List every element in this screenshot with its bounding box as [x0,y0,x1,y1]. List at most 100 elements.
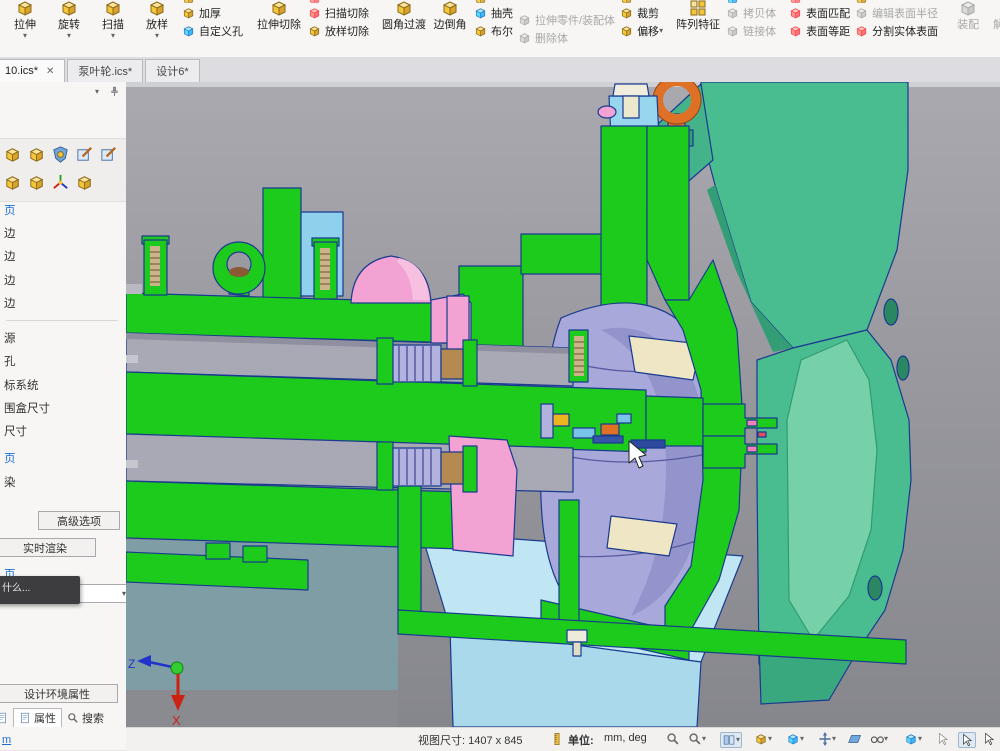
tree-item-light[interactable]: 源 [4,330,124,350]
tree-item-hole[interactable]: 孔 [4,353,124,373]
trim-button[interactable]: 裁剪 [619,5,663,21]
isometric-view-icon[interactable]: ▾ [904,732,922,746]
shell-button[interactable]: 抽壳 [473,5,513,21]
tree-item-edge[interactable]: 边 [4,225,124,245]
panel-dropdown-icon[interactable]: ▾ [95,88,99,96]
tool-icon[interactable] [3,145,22,164]
seal-ring-orange[interactable] [601,424,619,435]
thicken-button[interactable]: 加厚 [181,5,243,21]
tool-icon[interactable] [3,173,22,192]
shield-icon[interactable] [51,145,70,164]
split-surface-button[interactable]: 分割实体表面 [854,23,938,39]
search-tab[interactable]: 搜索 [62,709,109,727]
clipped-tool-button[interactable] [473,0,513,3]
unassemble-button[interactable]: 解除装配 [988,0,1000,32]
seal-ring-cyan[interactable] [617,414,631,423]
advanced-options-button[interactable]: 高级选项 [38,511,120,530]
sweep-cut-button[interactable]: 扫描切除 [307,5,369,21]
pan-icon[interactable]: ▾ [818,732,836,746]
tree-item-edge[interactable]: 边 [4,295,124,315]
clipped-tool-button[interactable] [307,0,369,3]
custom-hole-button[interactable]: 自定义孔 [181,23,243,39]
support-post[interactable] [398,478,421,612]
design-env-properties-button[interactable]: 设计环境属性 [0,684,118,703]
chamfer-button[interactable]: 边倒角 [429,0,471,32]
discharge-pipe[interactable] [701,82,908,348]
pattern-button[interactable]: 阵列特征 [673,0,723,32]
3d-viewport[interactable]: Z X [126,82,1000,727]
extrude-button[interactable]: 拉伸 ▾ [3,0,47,40]
shaft-step[interactable] [646,396,703,446]
properties-tab[interactable]: 属性 [13,708,62,727]
loft-button[interactable]: 放样 ▾ [135,0,179,40]
bearing-spacer[interactable] [441,452,463,484]
edit-surface-radius-button[interactable]: 编辑表面半径 [854,5,938,21]
select-tool-icon[interactable] [958,732,976,748]
clipped-tool-button[interactable] [619,0,663,3]
sweep-button[interactable]: 扫描 ▾ [91,0,135,40]
clipped-tool-button[interactable] [725,0,776,3]
bearing-cap-section[interactable] [377,338,393,384]
edit-icon[interactable] [75,145,94,164]
lower-bearing[interactable] [393,448,441,486]
tree-item-coordinate-system[interactable]: 标系统 [4,377,124,397]
tool-icon[interactable] [75,173,94,192]
close-icon[interactable]: ✕ [46,66,54,77]
bearing-cap-section[interactable] [463,340,477,386]
section-band[interactable] [521,234,605,274]
bearing-spacer[interactable] [441,349,463,379]
fillet-button[interactable]: 圆角过渡 [379,0,429,32]
perspective-icon[interactable]: ▾ [870,732,888,746]
boolean-button[interactable]: 布尔 [473,23,513,39]
delete-body-button[interactable]: 删除体 [517,30,615,46]
seal-ring-yellow[interactable] [553,414,569,426]
hex-bolt-head[interactable] [613,84,649,96]
clipped-tool-button[interactable] [181,0,243,3]
view-pages-icon[interactable]: ▾ [720,732,742,748]
bearing-cap-section[interactable] [377,442,393,490]
loft-cut-button[interactable]: 放样切除 [307,23,369,39]
tree-item-bounding-box[interactable]: 围盒尺寸 [4,400,124,420]
pick-tool-icon[interactable] [982,732,996,746]
realtime-render-button[interactable]: 实时渲染 [0,538,96,557]
zoom-in-icon[interactable] [666,732,680,746]
surface-match-button[interactable]: 表面匹配 [788,5,850,21]
pink-washer[interactable] [598,106,616,118]
bottom-link-fragment[interactable]: m [2,734,11,746]
foot-tab[interactable] [206,543,230,559]
tab-pump-impeller[interactable]: 泵叶轮.ics* [67,59,143,82]
seal-ring-cyan[interactable] [573,428,595,438]
clipped-tool-button[interactable] [788,0,850,3]
tree-item-selected[interactable]: 页 [4,202,124,222]
tree-item-edge[interactable]: 边 [4,272,124,292]
link-body-button[interactable]: 链接体 [725,23,776,39]
tab-10ics[interactable]: 10.ics* ✕ [0,59,65,82]
clipped-tool-button[interactable] [854,0,938,3]
tool-icon[interactable] [27,173,46,192]
tree-item-edge[interactable]: 边 [4,248,124,268]
shaded-view-icon[interactable]: ▾ [786,732,804,746]
upper-bearing[interactable] [393,345,441,382]
offset-button[interactable]: 偏移▾ [619,23,663,39]
hex-bolt-head[interactable] [567,630,587,642]
extrude-part-button[interactable]: 拉伸零件/装配体 [517,12,615,28]
bearing-cap-section[interactable] [463,446,477,492]
tool-icon[interactable] [27,145,46,164]
assemble-button[interactable]: 装配 [948,0,988,32]
tab-design6[interactable]: 设计6* [145,59,199,82]
plane-view-icon[interactable] [848,732,862,746]
foot-tab[interactable] [243,546,267,562]
zoom-options-icon[interactable]: ▾ [688,732,706,746]
shaft-sleeve[interactable] [541,404,553,438]
copy-body-button[interactable]: 拷贝体 [725,5,776,21]
shaft-key[interactable] [593,436,623,443]
tool-icon[interactable] [99,145,118,164]
axis-triad-icon[interactable] [51,173,70,192]
pin-icon[interactable] [109,86,120,97]
extrude-cut-button[interactable]: 拉伸切除 [253,0,305,32]
tree-item-render[interactable]: 染 [4,474,124,494]
structure-tab[interactable] [0,709,13,727]
surface-offset-button[interactable]: 表面等距 [788,23,850,39]
fly-mode-icon[interactable] [936,732,950,746]
view-style-icon[interactable]: ▾ [754,732,772,746]
